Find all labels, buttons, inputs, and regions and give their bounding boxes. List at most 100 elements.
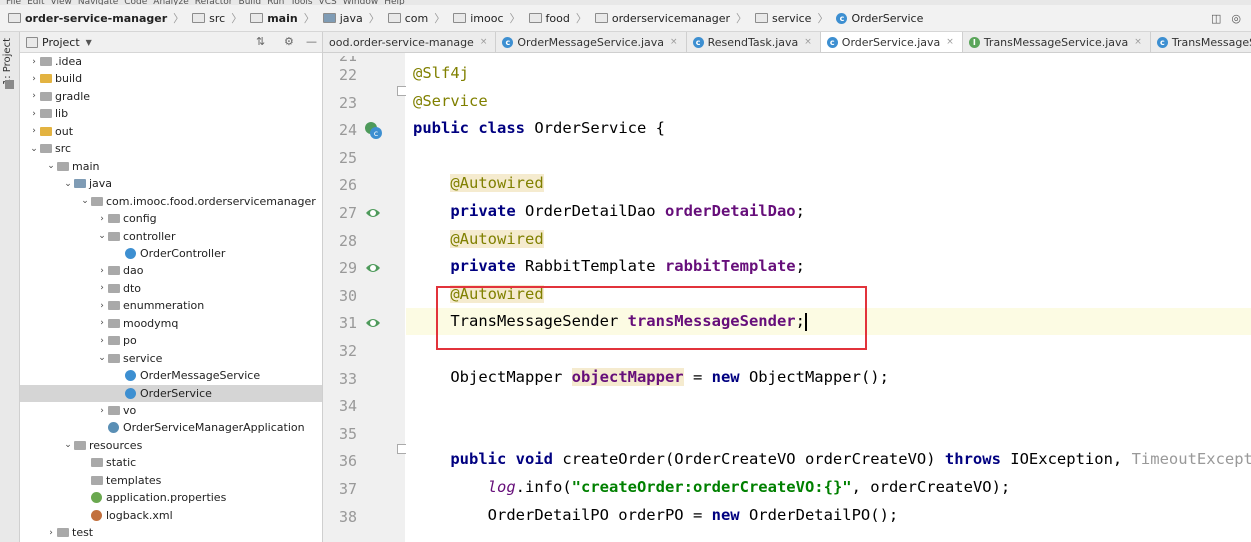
code-token: new (711, 367, 749, 386)
tree-item[interactable]: ⌄ com.imooc.food.orderservicemanager (20, 193, 322, 210)
tree-item[interactable]: application.properties (20, 489, 322, 506)
autowired-bean-icon[interactable] (363, 313, 383, 333)
chevron-right-icon[interactable]: › (28, 91, 40, 101)
close-icon[interactable]: × (804, 37, 812, 47)
code-line[interactable]: @Autowired (406, 170, 1251, 197)
project-tool-button[interactable]: 1: Project (2, 38, 13, 85)
chevron-down-icon[interactable]: ⌄ (96, 231, 108, 241)
tree-item[interactable]: › lib (20, 105, 322, 122)
tree-item[interactable]: › test (20, 524, 322, 541)
chevron-down-icon[interactable]: ⌄ (79, 196, 91, 206)
breadcrumb-imooc[interactable]: imooc (445, 12, 504, 25)
chevron-right-icon[interactable]: › (28, 74, 40, 84)
collapse-all-icon[interactable]: ⇅ (256, 35, 265, 48)
spring-bean-class-icon[interactable]: c (363, 120, 383, 140)
tree-item[interactable]: OrderMessageService (20, 367, 322, 384)
tree-item[interactable]: ⌄ main (20, 158, 322, 175)
editor-tab[interactable]: c OrderMessageService.java × (496, 32, 687, 52)
breadcrumb-main[interactable]: main (242, 12, 298, 25)
tree-item[interactable]: › vo (20, 402, 322, 419)
code-line[interactable]: @Autowired (406, 226, 1251, 253)
tree-item[interactable]: › po (20, 332, 322, 349)
chevron-right-icon[interactable]: › (28, 109, 40, 119)
breadcrumb-com[interactable]: com (380, 12, 428, 25)
tree-item[interactable]: › out (20, 123, 322, 140)
chevron-right-icon[interactable]: › (45, 528, 57, 538)
chevron-right-icon[interactable]: › (96, 336, 108, 346)
chevron-down-icon[interactable]: ⌄ (96, 353, 108, 363)
chevron-down-icon[interactable]: ⌄ (62, 179, 74, 189)
editor-tab[interactable]: cTransMessageServiceImpl.java× (1151, 32, 1251, 52)
tree-item[interactable]: › build (20, 70, 322, 87)
tree-item[interactable]: › gradle (20, 88, 322, 105)
tree-item[interactable]: › .idea (20, 53, 322, 70)
autowired-bean-icon[interactable] (363, 203, 383, 223)
chevron-right-icon[interactable]: › (96, 283, 108, 293)
code-line[interactable]: ObjectMapper objectMapper = new ObjectMa… (406, 364, 1251, 391)
breadcrumb-label: java (339, 11, 363, 25)
breadcrumb-project[interactable]: order-service-manager (0, 12, 167, 25)
chevron-down-icon[interactable]: ⌄ (45, 161, 57, 171)
editor-tab[interactable]: c OrderService.java × (820, 32, 963, 52)
editor-tab[interactable]: c ResendTask.java × (687, 32, 821, 52)
code-line[interactable]: private RabbitTemplate rabbitTemplate; (406, 253, 1251, 280)
project-tree[interactable]: › .idea › build › gradle › lib › out ⌄ src ⌄ main ⌄ jav… (20, 53, 322, 542)
code-line[interactable] (406, 419, 1251, 446)
code-line[interactable]: log.info("createOrder:orderCreateVO:{}",… (406, 474, 1251, 501)
tree-item[interactable]: › dto (20, 280, 322, 297)
close-icon[interactable]: × (946, 37, 954, 47)
tree-item[interactable]: › enummeration (20, 297, 322, 314)
tree-item[interactable]: OrderServiceManagerApplication (20, 419, 322, 436)
chevron-down-icon[interactable]: ⌄ (62, 440, 74, 450)
code-line[interactable]: @Service (406, 88, 1251, 115)
chevron-right-icon[interactable]: › (96, 266, 108, 276)
autowired-bean-icon[interactable] (363, 258, 383, 278)
tree-item[interactable]: › dao (20, 262, 322, 279)
chevron-right-icon[interactable]: › (28, 57, 40, 67)
breadcrumb-service[interactable]: service (747, 12, 811, 25)
chevron-right-icon[interactable]: › (96, 406, 108, 416)
code-line[interactable]: private OrderDetailDao orderDetailDao; (406, 198, 1251, 225)
folder-icon (322, 13, 336, 23)
tree-item[interactable]: ⌄ service (20, 350, 322, 367)
folder-icon (108, 336, 120, 346)
chevron-right-icon[interactable]: › (96, 214, 108, 224)
tree-item[interactable]: OrderService (20, 384, 322, 402)
window-layout-icon[interactable]: ◫ (1211, 12, 1221, 25)
breadcrumb-food[interactable]: food (521, 12, 570, 25)
breadcrumb-orderservicemanager[interactable]: orderservicemanager (587, 12, 730, 25)
breadcrumb-src[interactable]: src (184, 12, 225, 25)
code-line[interactable]: public void createOrder(OrderCreateVO or… (406, 446, 1251, 473)
code-line[interactable]: public class OrderService { (406, 115, 1251, 142)
breadcrumb-java[interactable]: java (315, 12, 363, 25)
hide-panel-icon[interactable]: — (306, 35, 317, 48)
tree-item[interactable]: ⌄ src (20, 140, 322, 157)
tree-item[interactable]: › moodymq (20, 315, 322, 332)
editor-tab[interactable]: ood.order-service-manage × (323, 32, 497, 52)
code-line[interactable]: @Slf4j (406, 60, 1251, 87)
code-line[interactable] (406, 143, 1251, 170)
search-everywhere-icon[interactable]: ◎ (1231, 12, 1241, 25)
gear-icon[interactable]: ⚙ (284, 35, 294, 48)
chevron-down-icon[interactable]: ⌄ (28, 144, 40, 154)
code-line[interactable] (406, 391, 1251, 418)
close-icon[interactable]: × (480, 37, 488, 47)
tree-item[interactable]: › config (20, 210, 322, 227)
tree-item[interactable]: logback.xml (20, 507, 322, 524)
chevron-right-icon[interactable]: › (96, 318, 108, 328)
tree-item[interactable]: static (20, 454, 322, 471)
close-icon[interactable]: × (1134, 37, 1142, 47)
tree-item[interactable]: templates (20, 472, 322, 489)
tree-item[interactable]: OrderController (20, 245, 322, 262)
close-icon[interactable]: × (670, 37, 678, 47)
project-view-selector[interactable]: Project ▼ (26, 36, 92, 49)
chevron-right-icon[interactable]: › (96, 301, 108, 311)
editor-tab[interactable]: I TransMessageService.java × (963, 32, 1151, 52)
code-line[interactable]: OrderDetailPO orderPO = new OrderDetailP… (406, 502, 1251, 529)
breadcrumb-orderservice[interactable]: c OrderService (828, 12, 923, 25)
tree-item[interactable]: ⌄ resources (20, 437, 322, 454)
editor-gutter[interactable]: 21 22 23 24 25 26 27 28 29 30 31 32 33 34 35 36 37 38 c (323, 53, 407, 542)
chevron-right-icon[interactable]: › (28, 126, 40, 136)
tree-item[interactable]: ⌄ java (20, 175, 322, 192)
tree-item[interactable]: ⌄ controller (20, 228, 322, 245)
